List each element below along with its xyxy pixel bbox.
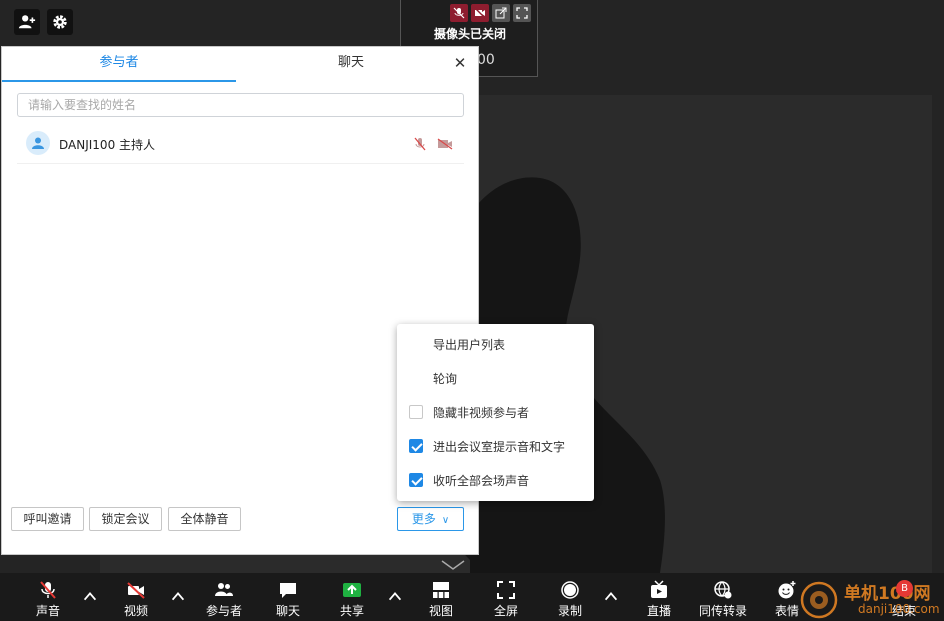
video-options-chevron-up-icon[interactable] [168,587,188,607]
more-dropdown-menu: 导出用户列表 轮询 隐藏非视频参与者 进出会议室提示音和文字 收听全部会场声音 [397,324,594,501]
menu-item-join-leave-sound[interactable]: 进出会议室提示音和文字 [397,430,594,464]
camera-off-label: 摄像头已关闭 [433,27,506,41]
participants-button[interactable]: 参与者 [202,573,246,621]
avatar-icon [26,131,50,155]
menu-item-label: 导出用户列表 [433,338,506,352]
chevron-down-icon: ∨ [441,515,450,526]
menu-item-listen-all[interactable]: 收听全部会场声音 [397,464,594,498]
record-label: 录制 [557,604,582,618]
record-icon [559,579,581,601]
menu-item-hide-non-video[interactable]: 隐藏非视频参与者 [397,396,594,430]
transcribe-label: 同传转录 [698,604,747,618]
transcribe-icon [712,579,734,601]
collapse-toolbar-chevron-icon[interactable] [438,558,468,572]
watermark-badge: B [896,580,913,597]
panel-tabs: 参与者 聊天 ✕ [2,47,478,82]
record-options-chevron-up-icon[interactable] [601,587,621,607]
tab-chat[interactable]: 聊天 [238,47,464,80]
fullscreen-label: 全屏 [493,604,518,618]
watermark: 单机100网 B danji100.com [800,579,944,621]
record-button[interactable]: 录制 [552,573,588,621]
live-label: 直播 [646,604,671,618]
audio-label: 声音 [35,604,60,618]
tab-participants[interactable]: 参与者 [2,47,236,82]
watermark-logo-icon [800,581,838,619]
chat-label: 聊天 [275,604,300,618]
mute-all-button[interactable]: 全体静音 [168,507,241,531]
camera-off-icon [125,579,147,601]
thumb-share-out-icon[interactable] [492,4,510,22]
settings-gear-icon[interactable] [47,9,73,35]
share-icon [341,579,363,601]
listen-all-checkbox[interactable] [409,473,423,487]
menu-item-label: 收听全部会场声音 [433,474,530,488]
participant-mic-muted-icon[interactable] [412,136,428,152]
menu-item-export-users[interactable]: 导出用户列表 [397,328,594,362]
live-icon [648,579,670,601]
call-invite-button[interactable]: 呼叫邀请 [11,507,84,531]
menu-item-label: 隐藏非视频参与者 [433,406,530,420]
audio-button[interactable]: 声音 [30,573,66,621]
participant-camera-off-icon[interactable] [436,136,454,152]
fullscreen-icon [495,579,517,601]
chat-button[interactable]: 聊天 [270,573,306,621]
close-panel-icon[interactable]: ✕ [450,53,470,73]
mic-muted-icon [37,579,59,601]
video-button[interactable]: 视频 [118,573,154,621]
fullscreen-button[interactable]: 全屏 [488,573,524,621]
lock-meeting-button[interactable]: 锁定会议 [89,507,162,531]
thumb-mic-muted-icon[interactable] [450,4,468,22]
transcribe-button[interactable]: 同传转录 [693,573,753,621]
watermark-url: danji100.com [858,602,940,616]
share-options-chevron-up-icon[interactable] [385,587,405,607]
menu-item-label: 轮询 [433,372,458,386]
audio-options-chevron-up-icon[interactable] [80,587,100,607]
more-button-label: 更多 [411,512,436,526]
more-button[interactable]: 更多 ∨ [397,507,464,531]
watermark-title: 单机100网 [844,584,931,604]
participants-icon [213,579,235,601]
share-button[interactable]: 共享 [334,573,370,621]
chat-icon [277,579,299,601]
emoji-label: 表情 [774,604,799,618]
participants-label: 参与者 [205,604,242,618]
invite-icon[interactable] [14,9,40,35]
menu-item-polling[interactable]: 轮询 [397,362,594,396]
live-button[interactable]: 直播 [641,573,677,621]
participant-row[interactable]: DANJI100 主持人 [17,129,464,164]
layout-icon [430,579,452,601]
hide-non-video-checkbox[interactable] [409,405,423,419]
share-label: 共享 [339,604,364,618]
view-button[interactable]: 视图 [423,573,459,621]
thumb-camera-off-icon[interactable] [471,4,489,22]
video-label: 视频 [123,604,148,618]
thumb-expand-icon[interactable] [513,4,531,22]
thumbnail-name-tail: 00 [477,52,495,68]
participant-search-input[interactable] [17,93,464,117]
emoji-icon [776,579,798,601]
participant-name: DANJI100 主持人 [59,138,156,152]
menu-item-label: 进出会议室提示音和文字 [433,440,566,454]
join-leave-sound-checkbox[interactable] [409,439,423,453]
view-label: 视图 [428,604,453,618]
